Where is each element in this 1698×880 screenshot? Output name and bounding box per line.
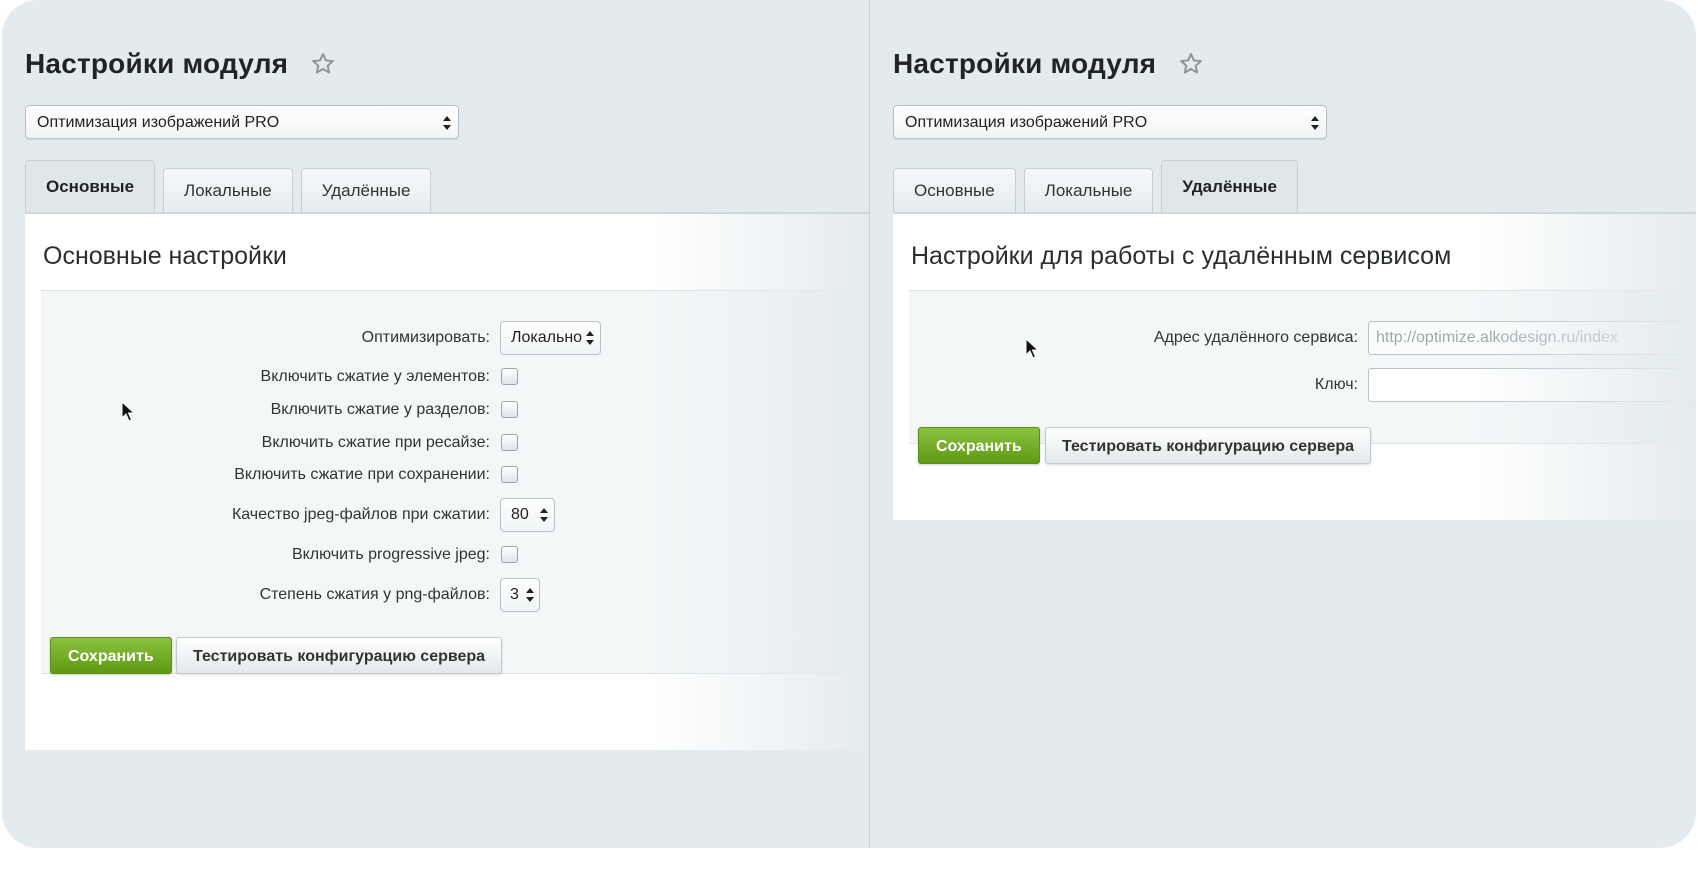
progressive-cell <box>501 546 518 563</box>
service-address-input[interactable]: http://optimize.alkodesign.ru/index <box>1368 321 1696 355</box>
optimize-select[interactable]: Локально <box>500 321 601 355</box>
progressive-jpeg-label: Включить progressive jpeg: <box>291 546 490 563</box>
save-compress-checkbox[interactable] <box>501 466 518 483</box>
remote-settings-form: Адрес удалённого сервиса: http://optimiz… <box>909 290 1696 444</box>
tab-local[interactable]: Локальные <box>163 168 293 212</box>
module-select[interactable]: Оптимизация изображений PRO <box>25 105 459 139</box>
optimize-cell: Локально <box>500 321 601 355</box>
sections-cell <box>501 401 518 418</box>
tab-remote[interactable]: Удалённые <box>1161 160 1298 212</box>
right-settings-panel: Настройки модуля Оптимизация изображений… <box>870 0 1696 848</box>
page-title: Настройки модуля <box>893 48 1157 79</box>
save-compress-label: Включить сжатие при сохранении: <box>234 466 490 483</box>
key-input[interactable] <box>1368 368 1696 402</box>
section-title: Основные настройки <box>43 242 287 270</box>
elements-cell <box>501 368 518 385</box>
star-icon[interactable] <box>310 51 336 77</box>
page-title: Настройки модуля <box>25 48 289 79</box>
sections-compress-checkbox[interactable] <box>501 401 518 418</box>
title-row: Настройки модуля <box>893 48 1204 80</box>
jpeg-quality-value: 80 <box>511 506 529 523</box>
jpeg-quality-row: Качество jpeg-файлов при сжатии: <box>41 498 490 532</box>
sections-row: Включить сжатие у разделов: <box>41 393 490 427</box>
test-server-button[interactable]: Тестировать конфигурацию сервера <box>176 637 503 674</box>
section-title: Настройки для работы с удалённым сервисо… <box>911 242 1452 270</box>
png-level-label: Степень сжатия у png-файлов: <box>259 586 490 603</box>
key-label: Ключ: <box>1314 376 1358 393</box>
sections-compress-label: Включить сжатие у разделов: <box>270 401 490 418</box>
left-settings-panel: Настройки модуля Оптимизация изображений… <box>2 0 869 848</box>
mouse-cursor-icon <box>1025 338 1040 359</box>
star-icon[interactable] <box>1178 51 1204 77</box>
png-level-value: 3 <box>510 586 519 603</box>
key-cell <box>1368 368 1696 402</box>
tab-basic[interactable]: Основные <box>893 168 1016 212</box>
jpeg-quality-cell: 80 <box>500 498 555 532</box>
save-compress-cell <box>501 466 518 483</box>
png-level-select[interactable]: 3 <box>500 578 540 612</box>
save-button[interactable]: Сохранить <box>50 637 172 674</box>
jpeg-quality-select[interactable]: 80 <box>500 498 555 532</box>
tab-bar: Основные Локальные Удалённые <box>893 160 1306 212</box>
screenshot-frame: Настройки модуля Оптимизация изображений… <box>2 0 1696 848</box>
module-select[interactable]: Оптимизация изображений PRO <box>893 105 1327 139</box>
key-row: Ключ: <box>909 368 1358 402</box>
elements-compress-label: Включить сжатие у элементов: <box>260 368 490 385</box>
tab-basic[interactable]: Основные <box>25 160 156 212</box>
service-address-row: Адрес удалённого сервиса: <box>909 321 1358 355</box>
jpeg-quality-label: Качество jpeg-файлов при сжатии: <box>231 506 490 523</box>
settings-content: Настройки для работы с удалённым сервисо… <box>893 212 1696 520</box>
test-server-button[interactable]: Тестировать конфигурацию сервера <box>1045 427 1372 464</box>
settings-form: Оптимизировать: Локально Включить сжатие… <box>41 290 869 674</box>
service-address-cell: http://optimize.alkodesign.ru/index <box>1368 321 1696 355</box>
module-select-value: Оптимизация изображений PRO <box>905 114 1148 131</box>
optimize-row: Оптимизировать: <box>41 321 490 355</box>
resize-compress-label: Включить сжатие при ресайзе: <box>261 434 490 451</box>
select-arrows-icon <box>586 329 594 347</box>
select-arrows-icon <box>526 586 534 604</box>
settings-content: Основные настройки Оптимизировать: Локал… <box>25 212 869 750</box>
module-select-value: Оптимизация изображений PRO <box>37 114 280 131</box>
resize-row: Включить сжатие при ресайзе: <box>41 426 490 460</box>
elements-compress-checkbox[interactable] <box>501 368 518 385</box>
png-level-cell: 3 <box>500 578 540 612</box>
select-arrows-icon <box>443 114 451 132</box>
png-level-row: Степень сжатия у png-файлов: <box>41 578 490 612</box>
mouse-cursor-icon <box>121 401 136 422</box>
tab-bar: Основные Локальные Удалённые <box>25 160 439 212</box>
save-button[interactable]: Сохранить <box>918 427 1040 464</box>
tab-local[interactable]: Локальные <box>1023 168 1154 212</box>
progressive-jpeg-checkbox[interactable] <box>501 546 518 563</box>
optimize-label: Оптимизировать: <box>361 329 490 346</box>
tab-remote[interactable]: Удалённые <box>300 168 432 212</box>
title-row: Настройки модуля <box>25 48 336 80</box>
resize-cell <box>501 434 518 451</box>
resize-compress-checkbox[interactable] <box>501 434 518 451</box>
select-arrows-icon <box>540 506 548 524</box>
elements-row: Включить сжатие у элементов: <box>41 360 490 394</box>
service-address-label: Адрес удалённого сервиса: <box>1153 329 1358 346</box>
progressive-row: Включить progressive jpeg: <box>41 538 490 572</box>
save-compress-row: Включить сжатие при сохранении: <box>41 458 490 492</box>
select-arrows-icon <box>1311 114 1319 132</box>
optimize-select-value: Локально <box>511 329 583 346</box>
